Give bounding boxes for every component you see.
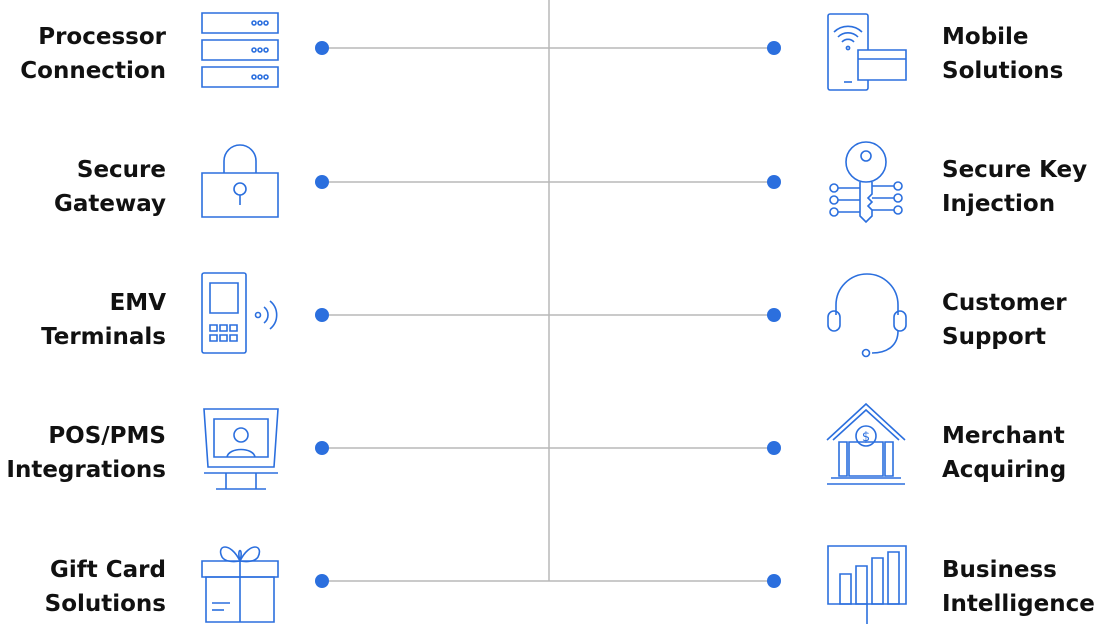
key-circuit-icon (824, 140, 908, 224)
headset-icon (826, 273, 908, 359)
node-dot-right-2 (767, 175, 781, 189)
label-emv-terminals: EMV Terminals (41, 290, 166, 350)
node-dot-left-3 (315, 308, 329, 322)
label-customer-support: Customer Support (942, 290, 1067, 350)
label-gift-card-solutions: Gift Card Solutions (44, 557, 166, 617)
gift-box-icon (200, 537, 280, 623)
label-merchant-acquiring: Merchant Acquiring (942, 423, 1067, 483)
mobile-payment-icon (826, 12, 908, 92)
label-mobile-solutions: Mobile Solutions (942, 24, 1064, 84)
label-pos-pms-integrations: POS/PMS Integrations (6, 423, 166, 483)
node-dot-left-5 (315, 574, 329, 588)
label-business-intelligence: Business Intelligence (942, 557, 1095, 617)
bank-dollar-icon: $ (825, 402, 907, 488)
padlock-icon (200, 139, 280, 219)
node-dot-left-4 (315, 441, 329, 455)
node-dot-left-2 (315, 175, 329, 189)
label-processor-connection: Processor Connection (20, 24, 166, 84)
node-dot-left-1 (315, 41, 329, 55)
pos-monitor-icon (200, 405, 282, 491)
label-secure-key-injection: Secure Key Injection (942, 157, 1088, 217)
svg-text:$: $ (862, 430, 870, 445)
bar-chart-board-icon (826, 544, 908, 624)
card-terminal-icon (200, 271, 284, 355)
label-secure-gateway: Secure Gateway (53, 157, 166, 217)
node-dot-right-5 (767, 574, 781, 588)
services-diagram: Processor Connection Secure Gateway EMV … (0, 0, 1099, 622)
node-dot-right-4 (767, 441, 781, 455)
node-dot-right-1 (767, 41, 781, 55)
node-dot-right-3 (767, 308, 781, 322)
server-rack-icon (200, 12, 280, 92)
